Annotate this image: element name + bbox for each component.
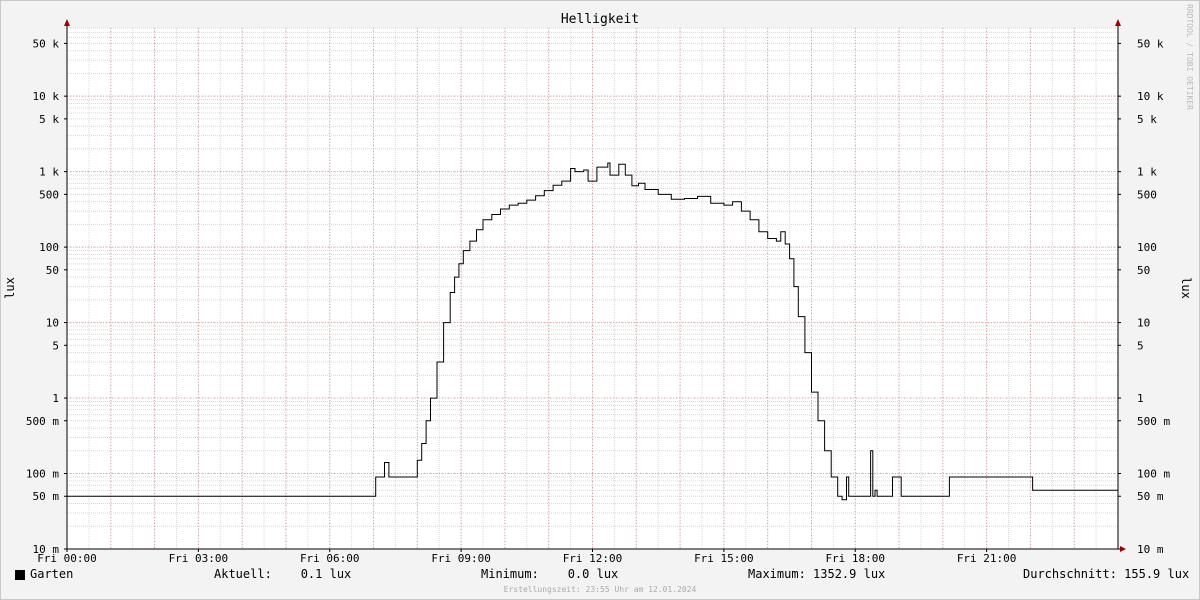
x-tick-label: Fri 15:00 (694, 552, 754, 565)
y-axis-left-ticks: 50 k 10 k 5 k 1 k 500 100 50 10 5 1 500 m 100 m 50 m… (26, 37, 67, 556)
x-tick-label: Fri 12:00 (563, 552, 623, 565)
y-tick-label-right: 500 m (1137, 415, 1170, 428)
x-tick-label: Fri 00:00 (37, 552, 97, 565)
legend-swatch-garten (15, 570, 25, 580)
y-tick-label-right: 100 (1137, 241, 1157, 254)
brightness-chart: Helligkeit 50 k 10 k 5 k 1 k 500 100 50 10 5 1 500… (3, 12, 1193, 565)
y-tick-label-right: 10 m (1137, 543, 1164, 556)
y-axis-right-ticks: 50 k 10 k 5 k 1 k 500 100 50 10 5 1 500 m 100 m 50 m… (1118, 37, 1170, 556)
x-tick-label: Fri 18:00 (825, 552, 885, 565)
x-tick-label: Fri 06:00 (300, 552, 360, 565)
y-tick-label-left: 5 (52, 339, 59, 352)
y-tick-label-left: 10 k (33, 90, 60, 103)
y-tick-label-left: 50 k (33, 37, 60, 50)
y-tick-label-left: 1 (52, 392, 59, 405)
y-tick-label-right: 5 k (1137, 113, 1157, 126)
y-tick-label-right: 50 m (1137, 490, 1164, 503)
y-tick-label-left: 500 (39, 188, 59, 201)
y-tick-label-right: 5 (1137, 339, 1144, 352)
y-tick-label-right: 1 (1137, 392, 1144, 405)
y-tick-label-left: 500 m (26, 415, 59, 428)
y-tick-label-left: 1 k (39, 166, 59, 179)
y-tick-label-left: 10 (46, 317, 59, 330)
legend-minimum: Minimum: 0.0 lux (481, 567, 619, 581)
y-axis-right-arrow-icon (1115, 19, 1121, 26)
creation-timestamp: Erstellungszeit: 23:55 Uhr am 12.01.2024 (503, 585, 697, 594)
y-tick-label-left: 50 m (33, 490, 60, 503)
chart-title: Helligkeit (561, 12, 639, 27)
y-tick-label-left: 100 (39, 241, 59, 254)
legend-series-label: Garten (30, 567, 74, 581)
y-tick-label-right: 500 (1137, 188, 1157, 201)
y-tick-label-right: 1 k (1137, 166, 1157, 179)
y-tick-label-right: 50 (1137, 264, 1150, 277)
y-tick-label-left: 50 (46, 264, 59, 277)
y-tick-label-right: 10 (1137, 317, 1150, 330)
legend-average: Durchschnitt: 155.9 lux (1023, 567, 1190, 581)
legend-maximum: Maximum: 1352.9 lux (748, 567, 886, 581)
rrdtool-credit: RRDTOOL / TOBI OETIKER (1185, 4, 1194, 110)
x-tick-label: Fri 21:00 (957, 552, 1017, 565)
x-axis-arrow-icon (1120, 546, 1126, 552)
y-tick-label-right: 50 k (1137, 37, 1164, 50)
legend-current: Aktuell: 0.1 lux (214, 567, 352, 581)
y-axis-label-left: lux (3, 277, 17, 299)
y-tick-label-left: 5 k (39, 113, 59, 126)
y-axis-label-right: lux (1179, 277, 1193, 299)
y-tick-label-left: 100 m (26, 468, 59, 481)
y-tick-label-right: 10 k (1137, 90, 1164, 103)
x-tick-label: Fri 09:00 (431, 552, 491, 565)
x-axis-ticks: Fri 00:00 Fri 03:00 Fri 06:00 Fri 09:00 Fri … (37, 549, 1016, 565)
y-axis-left-arrow-icon (64, 19, 70, 26)
x-tick-label: Fri 03:00 (169, 552, 229, 565)
y-tick-label-right: 100 m (1137, 468, 1170, 481)
